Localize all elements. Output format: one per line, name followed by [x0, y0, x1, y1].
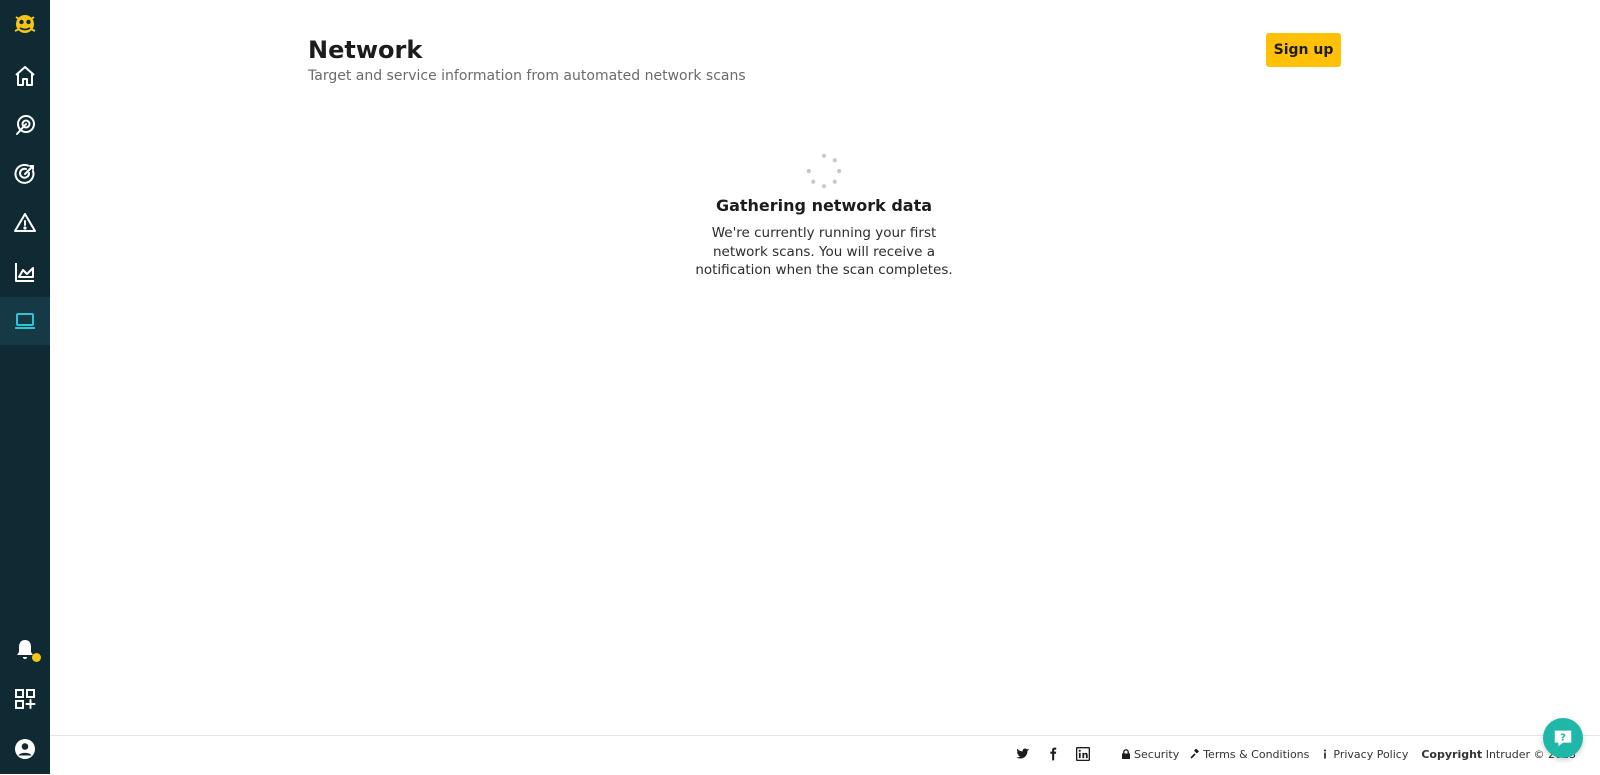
- warning-icon: [14, 213, 36, 232]
- sidebar-item-targets[interactable]: [0, 150, 50, 198]
- loading-message: We're currently running your first netwo…: [695, 225, 953, 278]
- page-subtitle: Target and service information from auto…: [308, 68, 746, 84]
- sidebar-item-reports[interactable]: [0, 248, 50, 296]
- facebook-icon: [1050, 747, 1057, 761]
- sidebar: [0, 0, 50, 774]
- twitter-icon: [1016, 748, 1030, 759]
- sidebar-item-scans[interactable]: [0, 101, 50, 149]
- loading-title: Gathering network data: [715, 196, 933, 215]
- integrations-icon: [15, 689, 36, 709]
- privacy-link[interactable]: Privacy Policy: [1320, 748, 1408, 761]
- privacy-label: Privacy Policy: [1333, 747, 1409, 761]
- sidebar-item-network[interactable]: [0, 297, 50, 345]
- footer: Security Terms & Conditions Privacy Poli…: [50, 735, 1600, 775]
- user-icon: [15, 739, 35, 759]
- notification-badge: [32, 653, 41, 662]
- loading-spinner-icon: [806, 153, 842, 189]
- terms-link[interactable]: Terms & Conditions: [1190, 748, 1309, 761]
- sidebar-item-issues[interactable]: [0, 199, 50, 247]
- help-chat-button[interactable]: ?: [1543, 718, 1583, 758]
- security-label: Security: [1134, 747, 1180, 761]
- twitter-link[interactable]: [1008, 747, 1038, 761]
- social-links: [1008, 747, 1098, 761]
- lock-icon: [1122, 749, 1131, 759]
- svg-text:?: ?: [1560, 732, 1566, 743]
- loading-state: Gathering network data We're currently r…: [674, 152, 974, 280]
- linkedin-link[interactable]: [1068, 747, 1098, 761]
- linkedin-icon: [1076, 747, 1091, 761]
- help-chat-icon: ?: [1554, 730, 1572, 747]
- info-icon: [1324, 749, 1327, 759]
- sidebar-item-account[interactable]: [0, 725, 50, 773]
- page-header: Network Target and service information f…: [308, 34, 746, 84]
- chart-icon: [15, 263, 34, 282]
- scan-icon: [16, 115, 35, 135]
- footer-links: Security Terms & Conditions Privacy Poli…: [1008, 747, 1576, 761]
- page-title: Network: [308, 36, 423, 64]
- sidebar-item-home[interactable]: [0, 52, 50, 100]
- intruder-logo[interactable]: [0, 6, 50, 42]
- security-link[interactable]: Security: [1121, 748, 1179, 761]
- terms-label: Terms & Conditions: [1203, 747, 1310, 761]
- copyright-label: Copyright: [1421, 747, 1483, 761]
- sidebar-item-integrations[interactable]: [0, 675, 50, 723]
- sidebar-item-notifications[interactable]: [0, 626, 50, 674]
- logo-icon: [14, 15, 36, 33]
- signup-button[interactable]: Sign up: [1266, 33, 1341, 67]
- gavel-icon: [1190, 749, 1200, 759]
- target-icon: [14, 163, 35, 184]
- laptop-icon: [15, 313, 35, 329]
- facebook-link[interactable]: [1038, 747, 1068, 761]
- home-icon: [15, 66, 35, 86]
